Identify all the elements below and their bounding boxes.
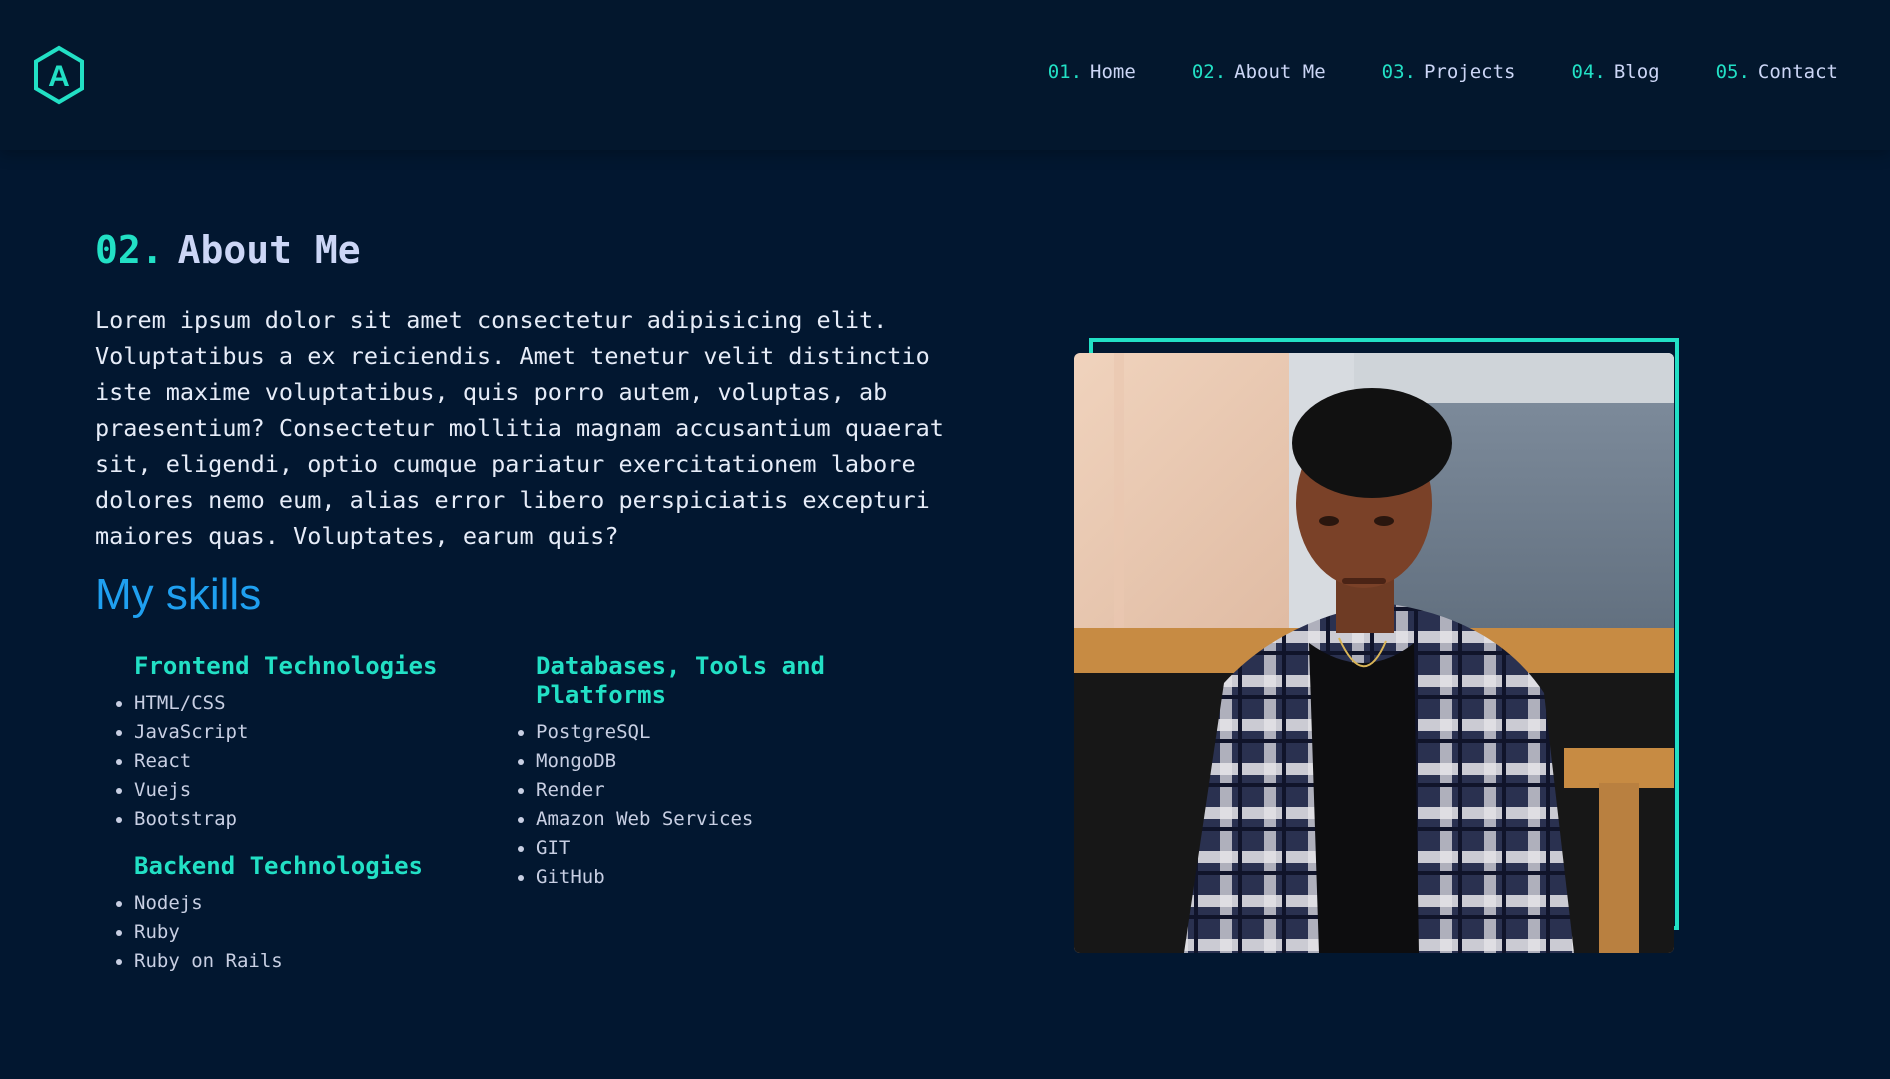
nav-contact-label: Contact [1757, 61, 1838, 83]
skill-item: GitHub [536, 863, 897, 892]
databases-list: PostgreSQL MongoDB Render Amazon Web Ser… [497, 718, 897, 892]
nav-about-label: About Me [1234, 61, 1326, 83]
skill-item: React [134, 747, 455, 776]
skill-item: Ruby [134, 918, 455, 947]
skill-item: Vuejs [134, 776, 455, 805]
section-number: 02. [95, 227, 164, 272]
skills-left-column: Frontend Technologies HTML/CSS JavaScrip… [95, 652, 455, 994]
nav-projects[interactable]: 03. Projects [1382, 61, 1516, 83]
portrait-illustration [1074, 353, 1674, 953]
nav-blog-label: Blog [1613, 61, 1660, 83]
skill-item: Nodejs [134, 889, 455, 918]
nav-blog-number: 04. [1571, 61, 1606, 83]
nav-contact[interactable]: 05. Contact [1716, 61, 1838, 83]
logo-letter: A [48, 60, 70, 93]
profile-photo-frame [1074, 338, 1689, 953]
nav-projects-label: Projects [1423, 61, 1516, 83]
section-heading: About Me [177, 227, 361, 272]
profile-photo [1074, 353, 1674, 953]
nav-projects-number: 03. [1381, 61, 1416, 83]
nav-about[interactable]: 02. About Me [1192, 61, 1326, 83]
skill-item: Bootstrap [134, 805, 455, 834]
section-title: 02. About Me [95, 228, 361, 272]
logo-icon[interactable]: A [29, 45, 89, 105]
nav-home-number: 01. [1047, 61, 1083, 83]
backend-list: Nodejs Ruby Ruby on Rails [95, 889, 455, 976]
nav-blog[interactable]: 04. Blog [1572, 61, 1660, 83]
nav-about-number: 02. [1191, 61, 1227, 83]
nav-contact-number: 05. [1715, 61, 1750, 83]
about-intro-text: Lorem ipsum dolor sit amet consectetur a… [95, 306, 944, 550]
main-nav: 01. Home 02. About Me 03. Projects 04. B… [1048, 61, 1838, 83]
skill-item: MongoDB [536, 747, 897, 776]
frontend-list: HTML/CSS JavaScript React Vuejs Bootstra… [95, 689, 455, 834]
frontend-heading: Frontend Technologies [134, 652, 438, 680]
skills-title: My skills [95, 570, 262, 619]
skill-item: Render [536, 776, 897, 805]
skill-item: Amazon Web Services [536, 805, 897, 834]
backend-heading: Backend Technologies [134, 852, 423, 880]
databases-heading: Databases, Tools and Platforms [536, 652, 825, 709]
skill-item: GIT [536, 834, 897, 863]
skill-item: PostgreSQL [536, 718, 897, 747]
skill-item: Ruby on Rails [134, 947, 455, 976]
top-navbar: A 01. Home 02. About Me 03. Projects 04.… [0, 0, 1890, 150]
skill-item: JavaScript [134, 718, 455, 747]
skill-item: HTML/CSS [134, 689, 455, 718]
skills-right-column: Databases, Tools and Platforms PostgreSQ… [497, 652, 897, 910]
nav-home[interactable]: 01. Home [1048, 61, 1136, 83]
nav-home-label: Home [1090, 61, 1136, 83]
